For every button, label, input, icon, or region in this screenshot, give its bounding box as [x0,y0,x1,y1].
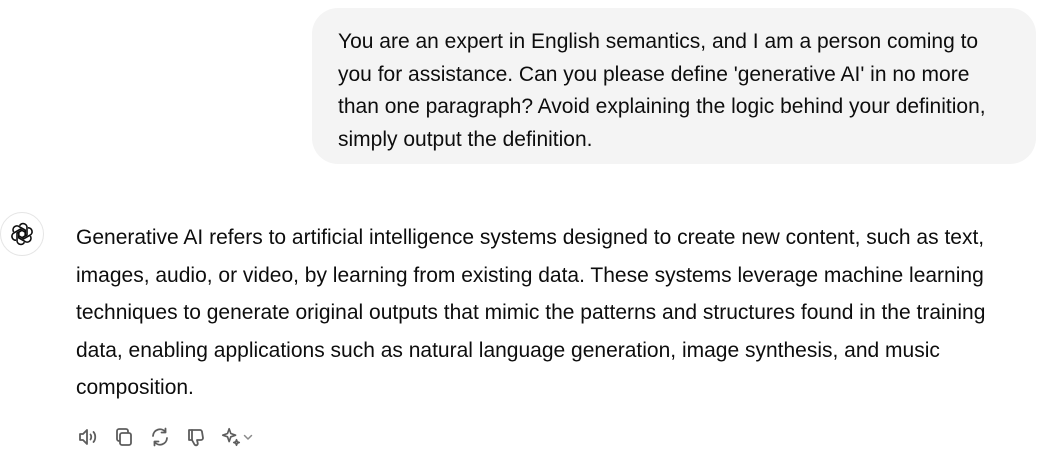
copy-button[interactable] [106,422,142,452]
openai-logo-icon [11,222,33,246]
bad-response-button[interactable] [178,422,214,452]
read-aloud-button[interactable] [70,422,106,452]
thumbs-down-icon [188,429,204,447]
regenerate-button[interactable] [142,422,178,452]
switch-model-button[interactable] [214,422,262,452]
user-message-text: You are an expert in English semantics, … [338,30,986,151]
assistant-message-text: Generative AI refers to artificial intel… [76,226,986,399]
message-action-bar [70,422,262,452]
chevron-down-icon [243,434,253,440]
refresh-icon [152,427,168,447]
assistant-avatar [0,212,44,256]
speaker-icon [79,429,97,445]
conversation-thread: You are an expert in English semantics, … [0,0,1039,469]
user-message-bubble: You are an expert in English semantics, … [312,8,1036,164]
sparkle-icon [221,427,241,447]
copy-icon [116,428,132,446]
